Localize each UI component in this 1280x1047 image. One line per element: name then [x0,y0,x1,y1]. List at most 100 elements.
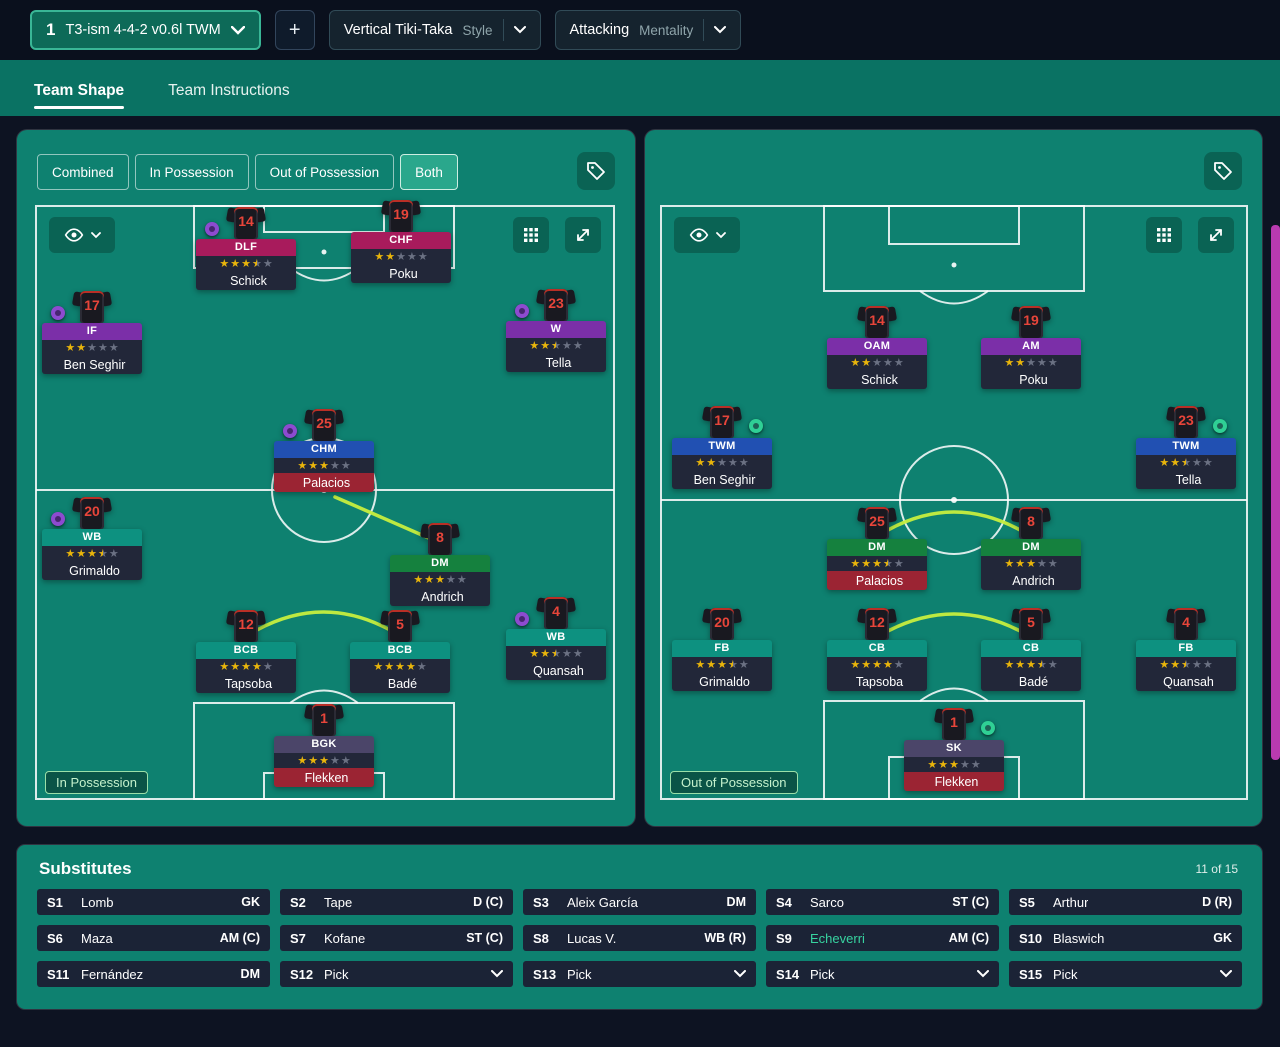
player-name-bar: Tapsoba [196,674,296,693]
player-card[interactable]: 20WB★★★★★Grimaldo [40,496,144,580]
player-card[interactable]: 14 OAM ★ ★ ★ ★ ★ Schick [825,305,929,389]
substitute-pick-dropdown[interactable]: S12 Pick [280,961,513,987]
view-options-dropdown[interactable] [49,217,115,253]
chevron-down-icon [1220,970,1232,978]
style-dropdown[interactable]: Vertical Tiki-Taka Style [328,10,541,50]
star-icon: ★ [1015,557,1026,570]
player-card[interactable]: 4WB★★★★★Quansah [504,596,608,680]
substitute-name: Lucas V. [567,930,617,946]
player-card[interactable]: 25 CHM ★ ★ ★ ★ ★ Palacios [272,408,376,492]
shirt-icon: 23 [535,288,577,321]
player-card[interactable]: 12 CB ★ ★ ★ ★ ★ Tapsoba [825,607,929,691]
star-icon: ★ [872,356,882,369]
star-icon: ★ [230,257,241,270]
tab-team-instructions[interactable]: Team Instructions [168,82,289,116]
shirt-number: 5 [1027,614,1035,630]
player-card[interactable]: 4FB★★★★★Quansah [1134,607,1238,691]
player-card[interactable]: 25DM★★★★★Palacios [825,506,929,590]
star-icon: ★ [308,754,319,767]
player-card[interactable]: 14DLF★★★★★Schick [194,206,298,290]
shirt-number: 25 [869,513,885,529]
role-badge: CB [981,640,1081,657]
substitute-slot[interactable]: S7 Kofane ST (C) [280,925,513,951]
chevron-down-icon [90,231,101,238]
star-icon: ★ [395,660,405,673]
grid-view-button[interactable] [1146,217,1182,253]
tactic-dropdown[interactable]: 1 T3-ism 4-4-2 v0.6l TWM [30,10,261,50]
player-card[interactable]: 1 BGK ★ ★ ★ ★ ★ Flekken [272,703,376,787]
player-card[interactable]: 12 BCB ★ ★ ★ ★ ★ Tapsoba [194,609,298,693]
substitute-slot[interactable]: S4 Sarco ST (C) [766,889,999,915]
shirt-number: 23 [1178,412,1194,428]
substitute-slot[interactable]: S3 Aleix García DM [523,889,756,915]
star-rating: ★ ★ ★ ★ ★ [904,757,1004,772]
fullscreen-button[interactable] [565,217,601,253]
grid-view-button[interactable] [513,217,549,253]
substitute-slot[interactable]: S11 Fernández DM [37,961,270,987]
player-name-bar: Ben Seghir [672,470,772,489]
player-card[interactable]: 23W★★★★★Tella [504,288,608,372]
filter-in-possession[interactable]: In Possession [134,154,249,190]
player-card[interactable]: 8 DM ★ ★ ★ ★ ★ Andrich [388,522,492,606]
role-badge: IF [42,323,142,340]
player-shirt: 14 [825,305,929,338]
star-icon: ★ [413,573,424,586]
mentality-dropdown[interactable]: Attacking Mentality [554,10,742,50]
player-card[interactable]: 19 AM ★ ★ ★ ★ ★ Poku [979,305,1083,389]
player-shirt: 5 [348,609,452,642]
shirt-number: 17 [84,297,100,313]
substitute-slot[interactable]: S6 Maza AM (C) [37,925,270,951]
style-value: Vertical Tiki-Taka [343,22,453,38]
substitute-pick-dropdown[interactable]: S15 Pick [1009,961,1242,987]
player-card[interactable]: 17 TWM ★ ★ ★ ★ ★ Ben Seghir [670,405,774,489]
star-icon: ★ [76,547,87,560]
player-name: Schick [230,273,267,288]
substitute-slot[interactable]: S1 Lomb GK [37,889,270,915]
player-card[interactable]: 23TWM★★★★★Tella [1134,405,1238,489]
shirt-number: 5 [396,616,404,632]
star-icon: ★ [373,660,384,673]
player-card[interactable]: 17 IF ★ ★ ★ ★ ★ Ben Seghir [40,290,144,374]
filter-combined[interactable]: Combined [37,154,129,190]
star-icon: ★ [1026,658,1036,671]
tag-icon-button[interactable] [1204,152,1242,190]
substitute-slot[interactable]: S5 Arthur D (R) [1009,889,1242,915]
star-icon: ★ [308,459,319,472]
view-options-dropdown[interactable] [674,217,740,253]
filter-both[interactable]: Both [400,154,458,190]
player-shirt: 8 [388,522,492,555]
top-bar: 1 T3-ism 4-4-2 v0.6l TWM + Vertical Tiki… [0,0,1280,60]
add-tactic-button[interactable]: + [274,10,315,50]
player-card[interactable]: 1 SK ★ ★ ★ ★ ★ Flekken [902,707,1006,791]
player-card[interactable]: 20FB★★★★★Grimaldo [670,607,774,691]
substitute-pick-dropdown[interactable]: S14 Pick [766,961,999,987]
substitutes-title: Substitutes [39,859,132,878]
tag-icon-button[interactable] [577,152,615,190]
substitute-slot[interactable]: S9 Echeverri AM (C) [766,925,999,951]
substitute-slot[interactable]: S10 Blaswich GK [1009,925,1242,951]
shirt-icon: 8 [419,522,461,555]
star-rating: ★ ★ ★ ★ ★ [42,340,142,355]
player-card[interactable]: 5CB★★★★★Badé [979,607,1083,691]
player-card[interactable]: 19 CHF ★ ★ ★ ★ ★ Poku [349,199,453,283]
chevron-down-icon [715,231,726,238]
player-card[interactable]: 5 BCB ★ ★ ★ ★ ★ Badé [348,609,452,693]
divider [703,19,705,41]
player-name: Tapsoba [224,676,273,691]
substitute-slot[interactable]: S8 Lucas V. WB (R) [523,925,756,951]
shirt-icon: 14 [856,305,898,338]
star-icon: ★ [882,658,893,671]
star-icon: ★ [872,557,882,570]
filter-out-of-possession[interactable]: Out of Possession [254,154,395,190]
scrollbar[interactable] [1271,225,1280,760]
chevron-down-icon [230,25,245,35]
star-rating: ★ ★ ★ ★ ★ [506,646,606,661]
tab-team-shape[interactable]: Team Shape [34,82,125,116]
substitute-slot[interactable]: S2 Tape D (C) [280,889,513,915]
player-name-bar: Palacios [274,473,374,492]
fullscreen-button[interactable] [1198,217,1234,253]
substitute-pick-dropdown[interactable]: S13 Pick [523,961,756,987]
player-card[interactable]: 8 DM ★ ★ ★ ★ ★ Andrich [979,506,1083,590]
substitute-name: Blaswich [1053,930,1105,946]
star-icon: ★ [695,456,706,469]
